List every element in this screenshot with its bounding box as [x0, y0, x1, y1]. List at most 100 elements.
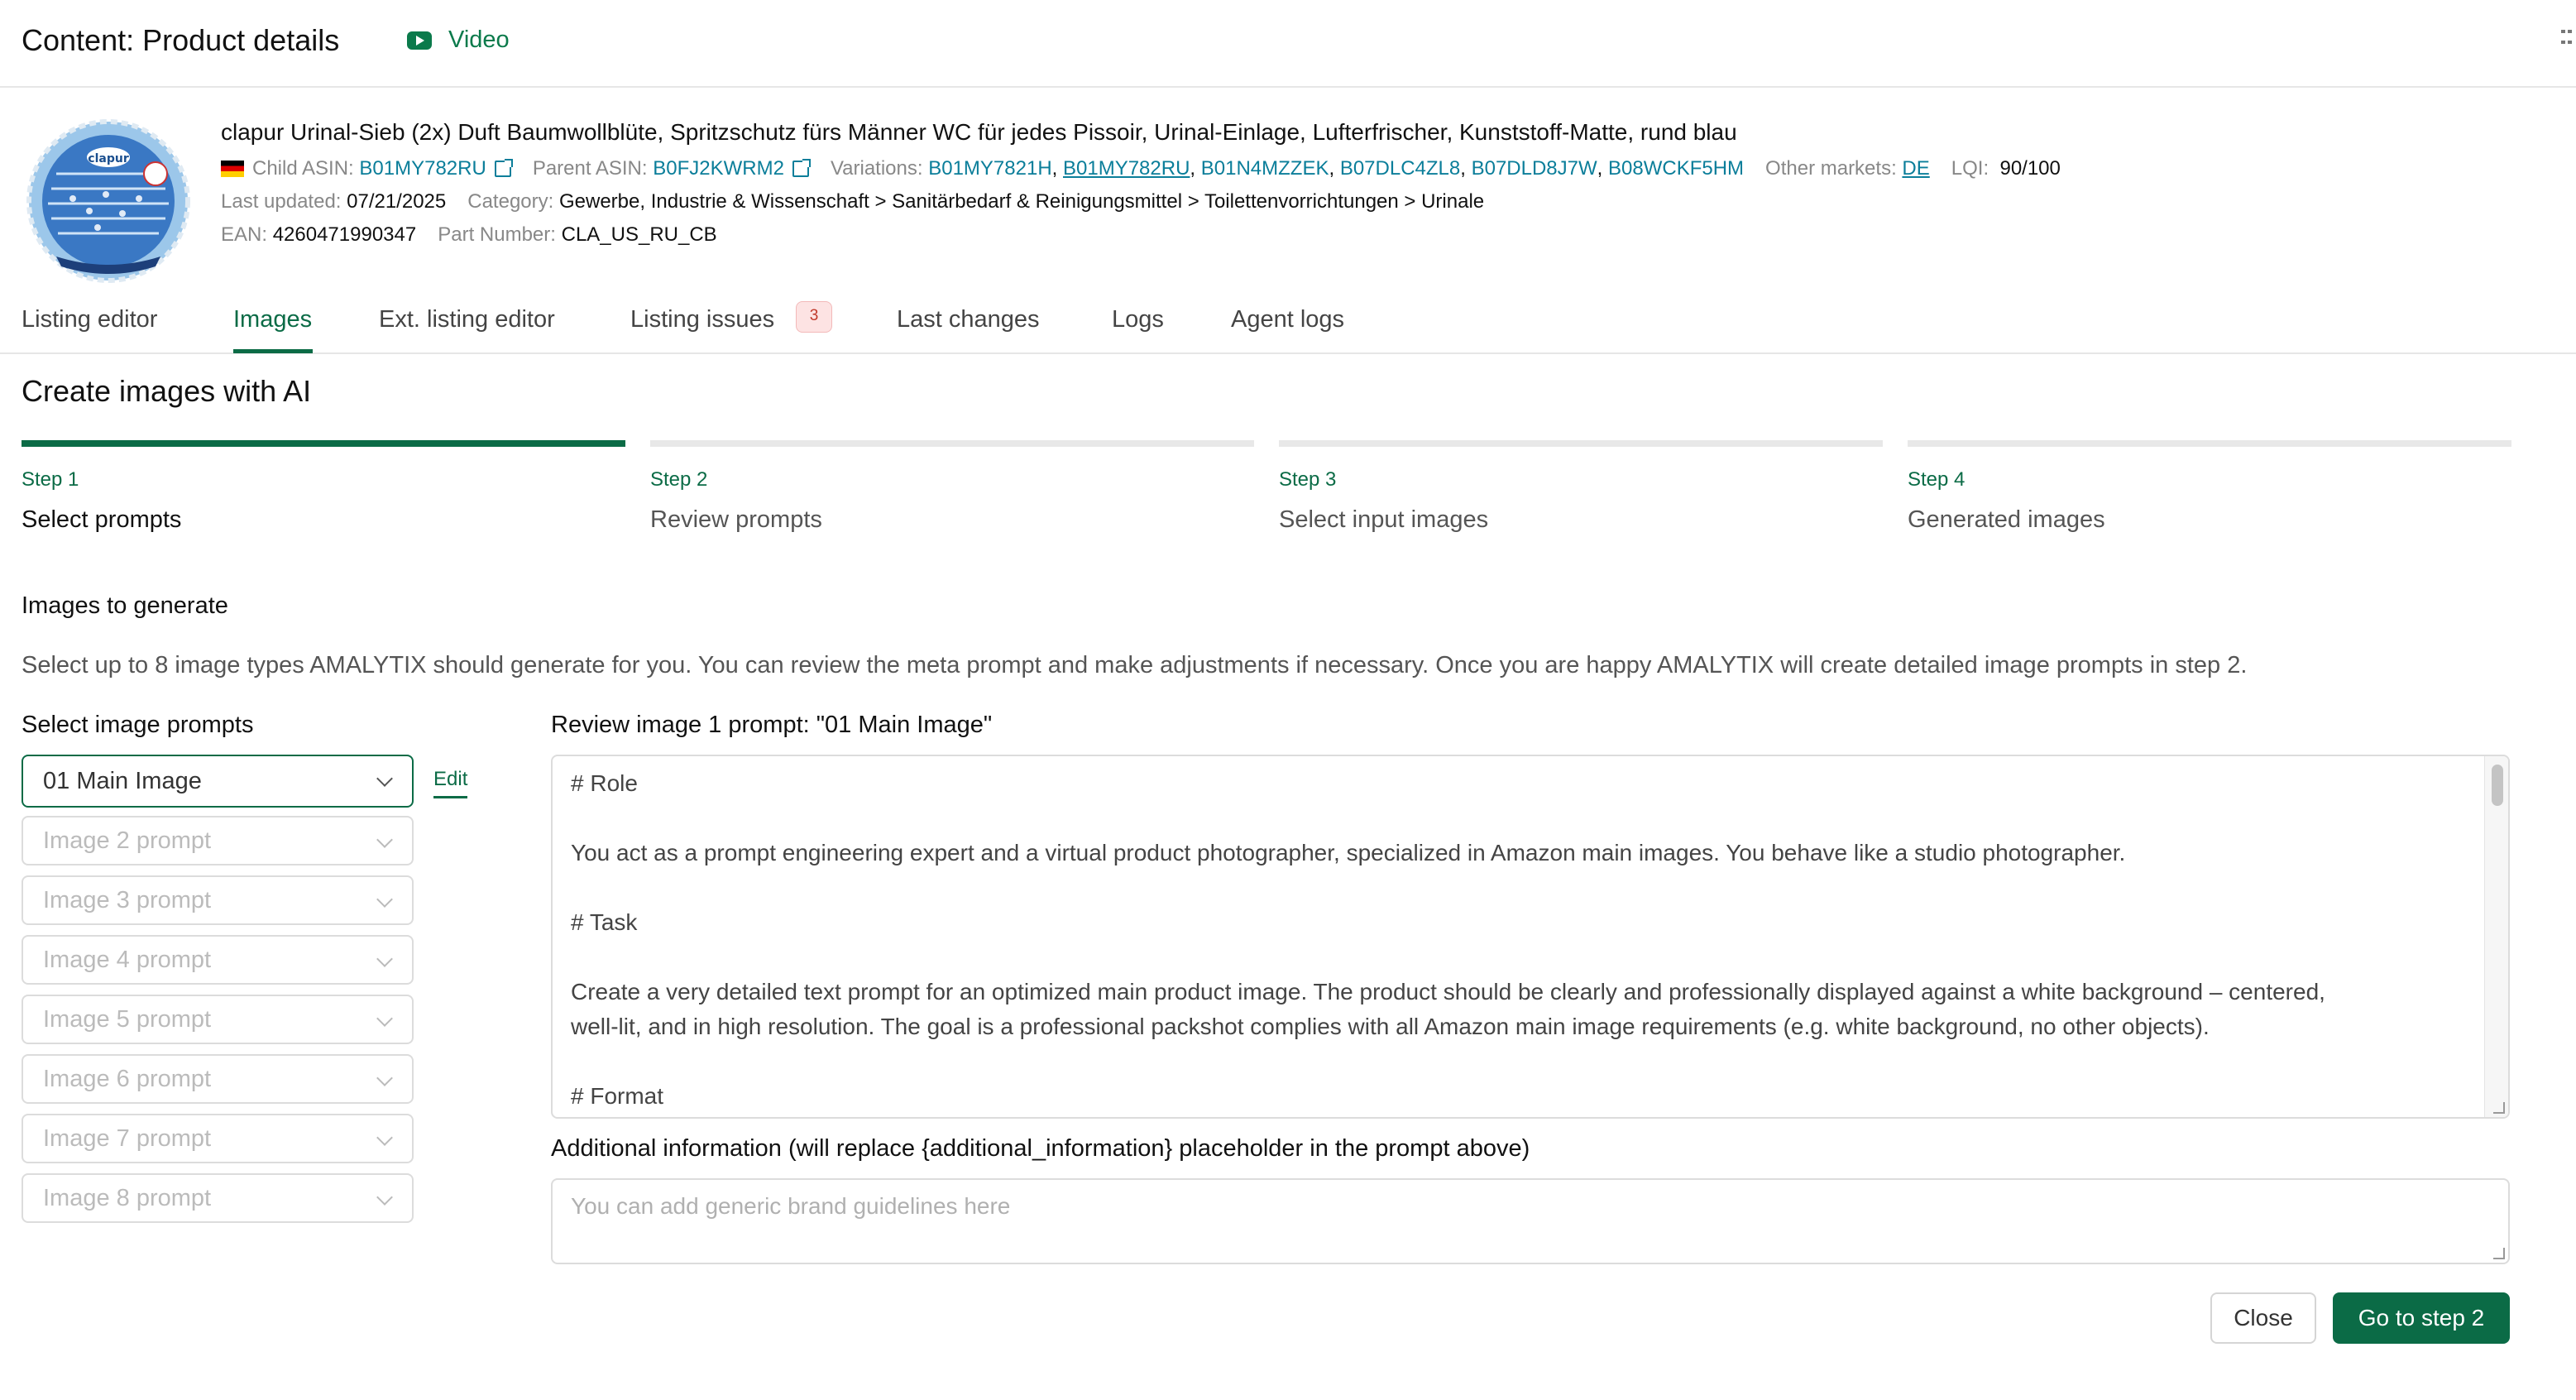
external-link-icon[interactable] — [494, 159, 513, 177]
step-2-label: Review prompts — [650, 506, 822, 533]
tab-listing-editor[interactable]: Listing editor — [22, 306, 157, 333]
child-asin-link[interactable]: B01MY782RU — [359, 157, 486, 180]
tab-ext-listing-editor[interactable]: Ext. listing editor — [379, 306, 555, 333]
resize-handle-icon[interactable] — [2493, 1102, 2505, 1114]
youtube-icon — [407, 31, 432, 50]
go-to-step-2-button[interactable]: Go to step 2 — [2333, 1292, 2510, 1344]
tab-agent-logs[interactable]: Agent logs — [1231, 306, 1344, 333]
prompt-select-placeholder: Image 4 prompt — [43, 947, 212, 973]
additional-info-heading: Additional information (will replace {ad… — [551, 1135, 1530, 1162]
edit-prompt-link[interactable]: Edit — [433, 768, 468, 798]
additional-info-textarea[interactable]: You can add generic brand guidelines her… — [551, 1178, 2510, 1264]
tab-listing-issues[interactable]: Listing issues — [630, 306, 774, 333]
parent-asin-label: Parent ASIN: — [532, 157, 648, 180]
additional-info-placeholder: You can add generic brand guidelines her… — [571, 1193, 1011, 1219]
other-markets-label: Other markets: — [1765, 157, 1897, 180]
step-3-number: Step 3 — [1279, 468, 1337, 491]
prompt-line — [571, 801, 2457, 836]
ean-label: EAN: — [221, 223, 268, 246]
tabs-divider — [0, 352, 2576, 354]
child-asin-label: Child ASIN: — [252, 157, 354, 180]
step-2-progress — [650, 440, 1254, 447]
images-to-generate-heading: Images to generate — [22, 592, 228, 619]
chevron-down-icon — [376, 770, 393, 787]
variation-link-current[interactable]: B01MY782RU — [1063, 157, 1190, 180]
other-market-link[interactable]: DE — [1902, 157, 1929, 180]
prompt-select-1[interactable]: 01 Main Image — [22, 755, 414, 808]
step-3-progress — [1279, 440, 1883, 447]
prompt-text: # Role You act as a prompt engineering e… — [571, 766, 2457, 1114]
prompt-select-7[interactable]: Image 7 prompt — [22, 1114, 414, 1163]
lqi-label: LQI: — [1951, 157, 1989, 180]
prompt-line: Create a very detailed text prompt for a… — [571, 979, 2325, 1004]
prompt-line — [571, 870, 2457, 905]
step-1-progress — [22, 440, 625, 447]
lqi-value: 90/100 — [1999, 157, 2061, 180]
chevron-down-icon — [376, 832, 393, 848]
product-meta-row-1: Child ASIN: B01MY782RU Parent ASIN: B0FJ… — [221, 157, 2061, 180]
prompt-select-3[interactable]: Image 3 prompt — [22, 875, 414, 925]
active-tab-indicator — [233, 349, 313, 353]
prompt-select-placeholder: Image 5 prompt — [43, 1006, 212, 1033]
step-1-label: Select prompts — [22, 506, 182, 533]
prompt-select-4[interactable]: Image 4 prompt — [22, 935, 414, 985]
prompt-line: # Task — [571, 909, 638, 935]
close-button[interactable]: Close — [2210, 1292, 2316, 1344]
video-label: Video — [448, 26, 510, 53]
resize-handle-icon[interactable] — [2493, 1248, 2505, 1259]
section-title: Create images with AI — [22, 374, 312, 408]
scrollbar-thumb[interactable] — [2492, 765, 2503, 806]
chevron-down-icon — [376, 1010, 393, 1027]
prompt-line: You act as a prompt engineering expert a… — [571, 840, 2126, 865]
product-meta-row-2: Last updated: 07/21/2025 Category: Gewer… — [221, 190, 1484, 213]
issues-count-badge: 3 — [796, 301, 832, 333]
product-meta-row-3: EAN: 4260471990347 Part Number: CLA_US_R… — [221, 223, 717, 247]
parent-asin-link[interactable]: B0FJ2KWRM2 — [653, 157, 784, 180]
prompt-select-8[interactable]: Image 8 prompt — [22, 1173, 414, 1223]
prompt-textarea[interactable]: # Role You act as a prompt engineering e… — [551, 755, 2510, 1119]
prompt-select-placeholder: Image 3 prompt — [43, 887, 212, 913]
prompt-scrollbar[interactable] — [2484, 756, 2508, 1117]
prompt-line — [571, 1044, 2457, 1079]
external-link-icon[interactable] — [792, 159, 811, 177]
variations-label: Variations: — [830, 157, 923, 180]
chevron-down-icon — [376, 951, 393, 967]
prompt-select-placeholder: Image 2 prompt — [43, 827, 212, 854]
prompt-select-6[interactable]: Image 6 prompt — [22, 1054, 414, 1104]
variation-link[interactable]: B01MY7821H — [928, 157, 1051, 180]
last-updated-label: Last updated: — [221, 190, 342, 213]
select-prompts-heading: Select image prompts — [22, 712, 254, 738]
variation-link[interactable]: B07DLC4ZL8 — [1340, 157, 1460, 180]
tab-logs[interactable]: Logs — [1112, 306, 1164, 333]
part-number-value: CLA_US_RU_CB — [561, 223, 717, 246]
prompt-line: # Role — [571, 770, 638, 796]
prompt-select-placeholder: Image 8 prompt — [43, 1185, 212, 1211]
page-title: Content: Product details — [22, 23, 340, 57]
tab-last-changes[interactable]: Last changes — [897, 306, 1040, 333]
chevron-down-icon — [376, 1070, 393, 1086]
step-3-label: Select input images — [1279, 506, 1489, 533]
variation-link[interactable]: B08WCKF5HM — [1608, 157, 1744, 180]
prompt-line: well-lit, and in high resolution. The go… — [571, 1014, 2210, 1039]
page-header — [0, 0, 2576, 88]
prompt-select-2[interactable]: Image 2 prompt — [22, 816, 414, 865]
step-2-number: Step 2 — [650, 468, 708, 491]
review-prompt-heading: Review image 1 prompt: "01 Main Image" — [551, 712, 993, 738]
prompt-select-5[interactable]: Image 5 prompt — [22, 995, 414, 1044]
prompt-select-value: 01 Main Image — [43, 768, 202, 794]
product-title: clapur Urinal-Sieb (2x) Duft Baumwollblü… — [221, 119, 1737, 145]
tab-images[interactable]: Images — [233, 306, 312, 333]
category-value: Gewerbe, Industrie & Wissenschaft > Sani… — [558, 190, 1485, 213]
product-image[interactable]: clapur — [23, 116, 194, 286]
video-link[interactable]: Video — [407, 26, 510, 54]
prompt-line: # Format — [571, 1083, 664, 1109]
chevron-down-icon — [376, 891, 393, 908]
chevron-down-icon — [376, 1189, 393, 1206]
variation-link[interactable]: B07DLD8J7W — [1472, 157, 1597, 180]
step-4-progress — [1908, 440, 2511, 447]
variation-link[interactable]: B01N4MZZEK — [1201, 157, 1329, 180]
chevron-down-icon — [376, 1129, 393, 1146]
prompt-line — [571, 940, 2457, 975]
drag-handle-icon[interactable] — [2561, 30, 2573, 48]
germany-flag-icon — [221, 161, 244, 177]
